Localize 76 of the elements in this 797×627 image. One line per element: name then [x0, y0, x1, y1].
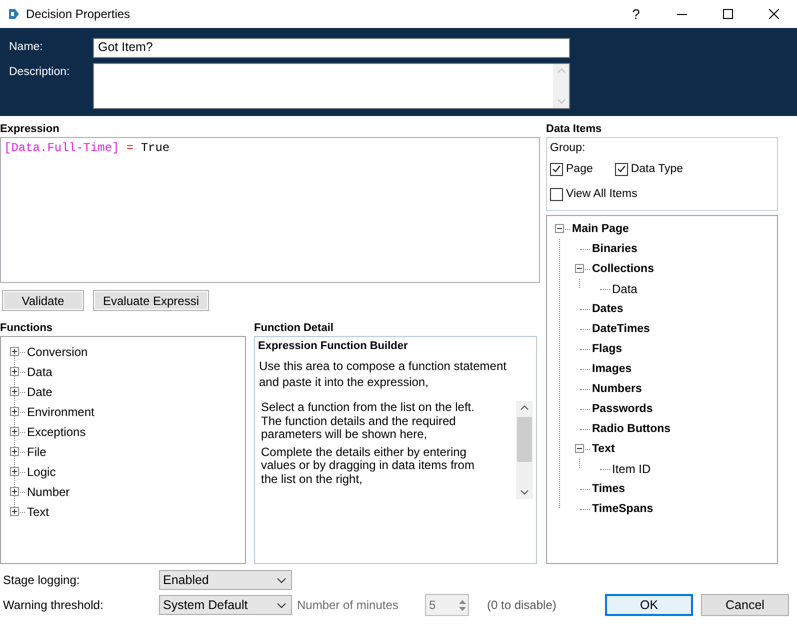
- check-icon: [616, 165, 626, 174]
- minus-box-icon[interactable]: [575, 444, 584, 454]
- tree-item[interactable]: Data: [612, 282, 638, 296]
- tree-item[interactable]: Environment: [27, 405, 94, 419]
- checkbox[interactable]: [614, 162, 628, 176]
- field-label: Number of minutes: [297, 598, 400, 612]
- section-label: Function Detail: [254, 321, 334, 336]
- tree-item[interactable]: File: [27, 445, 46, 459]
- section-label: Data Items: [546, 122, 603, 137]
- checkbox-label[interactable]: View All Items: [566, 188, 638, 200]
- check-icon: [552, 165, 561, 174]
- tree-item[interactable]: Text: [27, 505, 50, 519]
- scrollbar[interactable]: [516, 401, 533, 499]
- tree-item[interactable]: Passwords: [592, 403, 653, 416]
- plus-box-icon[interactable]: [10, 487, 19, 496]
- checkbox[interactable]: [550, 162, 563, 176]
- plus-box-icon[interactable]: [10, 467, 19, 476]
- ok-button[interactable]: OK: [605, 594, 693, 616]
- name-field[interactable]: Got Item?: [93, 38, 570, 58]
- tree-item[interactable]: TimeSpans: [592, 503, 654, 516]
- tree-item[interactable]: Date: [27, 385, 52, 399]
- evaluate-button[interactable]: Evaluate Expressi: [93, 290, 209, 311]
- tree-item[interactable]: Dates: [592, 303, 624, 316]
- section-label: Expression: [0, 122, 60, 137]
- tree-item[interactable]: Conversion: [27, 345, 88, 359]
- help-paragraph: Complete the details either by entering values or by dragging in data items from the list on the right,: [261, 446, 476, 486]
- plus-box-icon[interactable]: [10, 367, 19, 376]
- tree-item[interactable]: Numbers: [592, 383, 642, 396]
- minus-box-icon[interactable]: [555, 224, 564, 234]
- plus-box-icon[interactable]: [10, 387, 19, 396]
- tree-item[interactable]: Images: [592, 363, 632, 376]
- checkbox-label[interactable]: Page: [566, 163, 593, 176]
- field-label: Warning threshold:: [3, 598, 104, 612]
- tree-item[interactable]: Collections: [592, 263, 654, 276]
- hint-text: (0 to disable): [487, 598, 558, 612]
- tree-item[interactable]: Text: [592, 443, 615, 456]
- field-label: Description:: [9, 65, 71, 80]
- stage-logging-dropdown[interactable]: Enabled: [159, 570, 292, 590]
- scroll-up-icon[interactable]: [520, 405, 529, 410]
- field-label: Stage logging:: [3, 573, 81, 587]
- tree-item[interactable]: Main Page: [572, 223, 629, 236]
- section-label: Functions: [0, 321, 54, 336]
- tree-item[interactable]: Logic: [27, 465, 56, 479]
- detail-heading: Expression Function Builder: [258, 340, 409, 352]
- help-button[interactable]: ?: [613, 0, 659, 28]
- tree-item[interactable]: Times: [592, 483, 626, 496]
- caret-icon[interactable]: [277, 602, 286, 608]
- tree-item[interactable]: Flags: [592, 343, 622, 356]
- caret-icon[interactable]: [277, 578, 286, 582]
- detail-text: Use this area to compose a function statement and paste it into the expression,: [258, 358, 508, 390]
- maximize-icon[interactable]: [723, 9, 733, 19]
- warning-threshold-dropdown[interactable]: System Default: [159, 595, 292, 615]
- plus-box-icon[interactable]: [10, 507, 19, 516]
- plus-box-icon[interactable]: [10, 347, 19, 356]
- field-label: Name:: [9, 40, 44, 55]
- window-title: Decision Properties: [26, 7, 132, 21]
- tree-item[interactable]: Item ID: [612, 462, 651, 476]
- tree-item[interactable]: Number: [27, 485, 70, 499]
- checkbox-label[interactable]: Data Type: [630, 163, 684, 176]
- minus-box-icon[interactable]: [575, 264, 584, 274]
- expression-editor[interactable]: [Data.Full-Time] = True: [0, 136, 540, 283]
- tree-item[interactable]: Data: [27, 365, 52, 379]
- checkbox[interactable]: [550, 188, 563, 201]
- tree-item[interactable]: DateTimes: [592, 323, 650, 336]
- plus-box-icon[interactable]: [10, 447, 19, 456]
- plus-box-icon[interactable]: [10, 407, 19, 416]
- validate-button[interactable]: Validate: [2, 290, 84, 311]
- group-label: Group:: [550, 142, 586, 154]
- tree-item[interactable]: Binaries: [592, 243, 638, 256]
- plus-box-icon[interactable]: [10, 427, 19, 436]
- help-paragraph: Select a function from the list on the left. The function details and the required parameters will be shown here,: [261, 401, 476, 442]
- close-icon[interactable]: [769, 9, 779, 19]
- cancel-button[interactable]: Cancel: [701, 594, 789, 616]
- tree-item[interactable]: Radio Buttons: [592, 423, 671, 436]
- scroll-down-icon[interactable]: [520, 490, 529, 495]
- tree-item[interactable]: Exceptions: [27, 425, 86, 439]
